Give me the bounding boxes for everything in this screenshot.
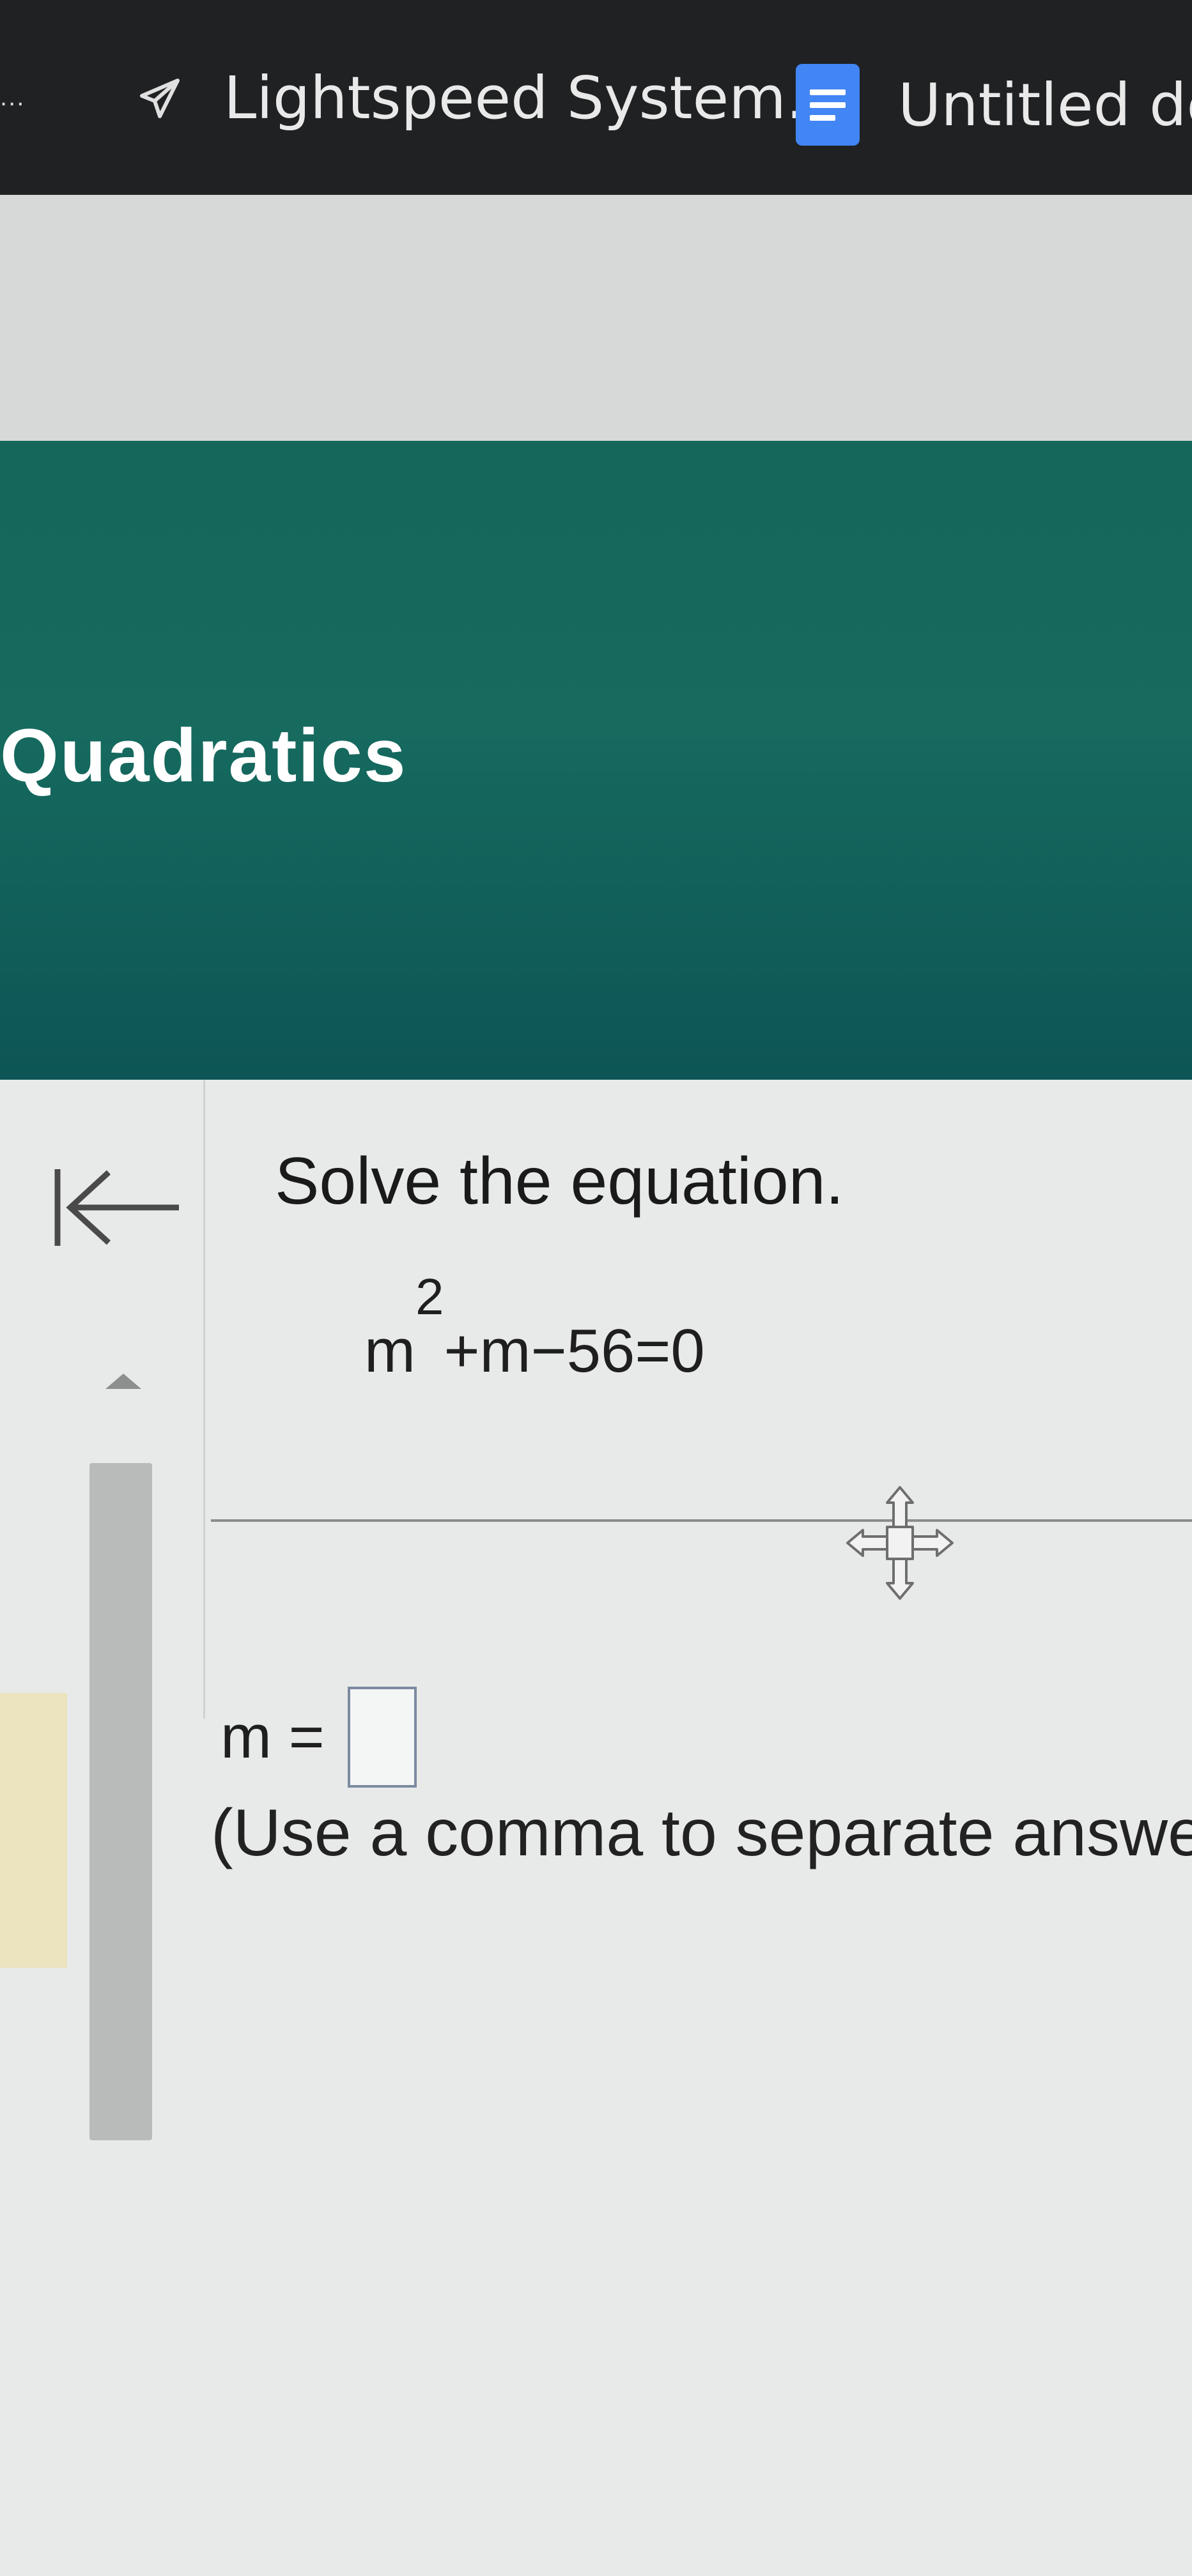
answer-row: m =	[221, 1687, 417, 1788]
page-title: Quadratics	[0, 714, 407, 798]
equation-rest: +m−56=0	[444, 1317, 705, 1385]
scroll-up-arrow-icon[interactable]	[105, 1374, 141, 1389]
bookmarks-bar: ... Lightspeed System... Untitled dc	[0, 0, 1192, 195]
bookmark-label: Untitled dc	[898, 70, 1192, 139]
scrollbar-thumb[interactable]	[89, 1463, 152, 2140]
bookmark-lightspeed[interactable]: Lightspeed System...	[134, 64, 842, 132]
equation-exponent: 2	[415, 1268, 444, 1325]
bookmark-untitled-doc[interactable]: Untitled dc	[796, 64, 1192, 146]
equation: m2+m−56=0	[364, 1268, 705, 1386]
side-highlight	[0, 1693, 67, 1968]
move-cursor-icon	[846, 1486, 954, 1600]
page-header-area	[0, 195, 1192, 441]
back-to-start-icon[interactable]	[45, 1156, 192, 1259]
equation-base: m	[364, 1317, 415, 1385]
paper-plane-icon	[140, 78, 180, 118]
answer-label: m =	[221, 1703, 325, 1771]
panel-divider	[203, 1080, 205, 1719]
google-docs-icon	[796, 64, 860, 146]
answer-hint: (Use a comma to separate answer	[211, 1796, 1192, 1870]
bookmarks-overflow[interactable]: ...	[0, 83, 25, 112]
answer-input[interactable]	[347, 1687, 417, 1788]
question-divider[interactable]	[211, 1519, 1192, 1522]
question-instruction: Solve the equation.	[275, 1144, 844, 1218]
bookmark-label: Lightspeed System...	[224, 64, 842, 132]
